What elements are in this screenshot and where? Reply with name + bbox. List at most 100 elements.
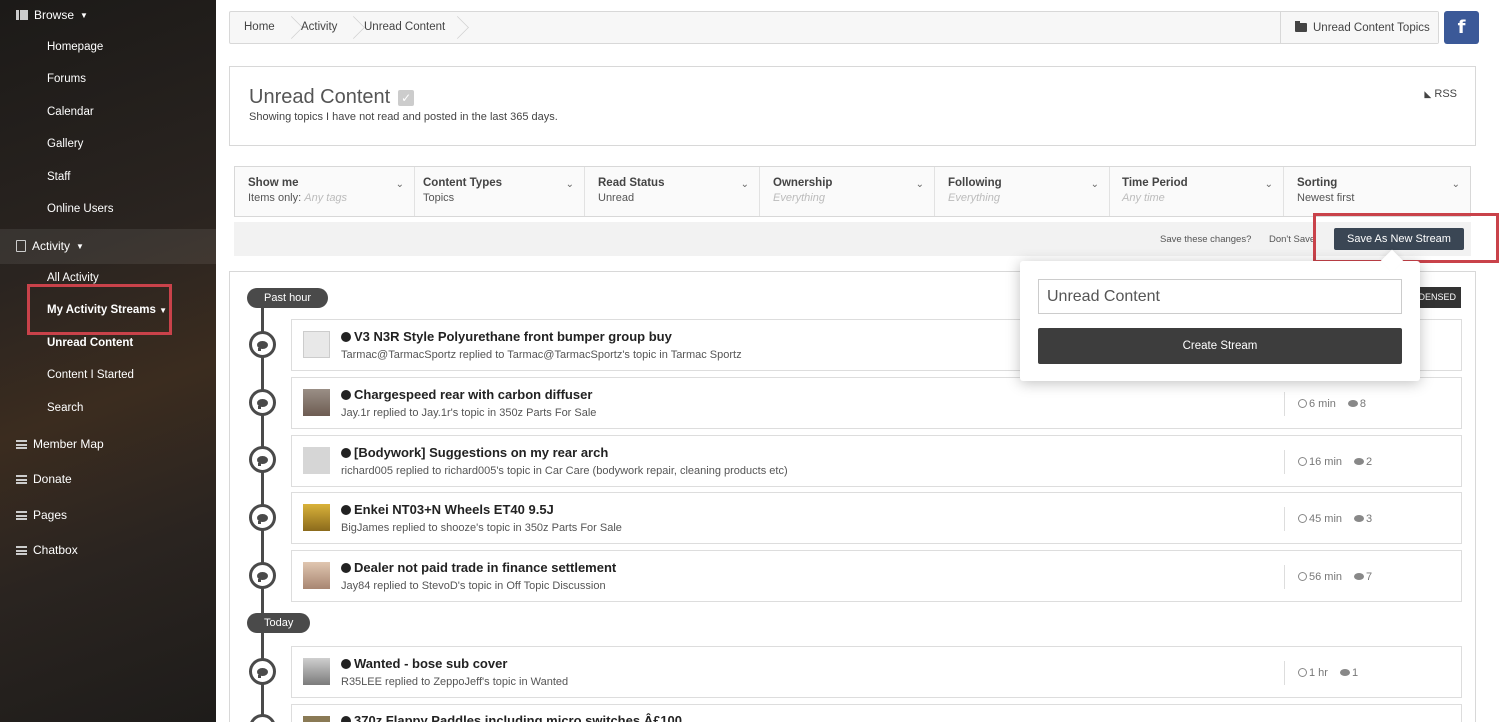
sidebar-item-staff[interactable]: Staff (47, 171, 70, 183)
filter-prefix: Items only: (248, 192, 302, 204)
chevron-down-icon: ⌄ (565, 179, 574, 190)
sidebar-item-online-users[interactable]: Online Users (47, 203, 113, 215)
sidebar-member-map[interactable]: Member Map (16, 437, 104, 451)
rss-link[interactable]: ◣ RSS (1424, 88, 1457, 100)
sidebar-item-homepage[interactable]: Homepage (47, 41, 103, 53)
breadcrumb: Home Activity Unread Content Unread Cont… (229, 11, 1439, 44)
filter-content-types[interactable]: Content Types Topics ⌄ (410, 167, 585, 216)
breadcrumb-activity[interactable]: Activity (301, 12, 337, 43)
topic-title[interactable]: Enkei NT03+N Wheels ET40 9.5J (341, 502, 554, 517)
filter-following[interactable]: Following Everything ⌄ (935, 167, 1110, 216)
breadcrumb-unread-content[interactable]: Unread Content (364, 12, 445, 43)
clock-icon (1298, 457, 1307, 466)
chevron-down-icon: ⌄ (1090, 179, 1099, 190)
topic-thumbnail (303, 562, 330, 589)
unread-dot-icon (341, 332, 351, 342)
topic-title[interactable]: Wanted - bose sub cover (341, 656, 507, 671)
page-header: Unread Content ✓ Showing topics I have n… (229, 66, 1476, 146)
timeline-node (249, 331, 276, 358)
filter-title: Show me (248, 177, 299, 189)
sidebar-chatbox[interactable]: Chatbox (16, 543, 78, 557)
create-stream-popup: Create Stream (1020, 261, 1420, 381)
list-item[interactable]: Wanted - bose sub cover R35LEE replied t… (291, 646, 1462, 698)
topic-title[interactable]: V3 N3R Style Polyurethane front bumper g… (341, 329, 672, 344)
filter-show-me[interactable]: Show me Items only: Any tags ⌄ (235, 167, 415, 216)
comment-icon (1347, 400, 1358, 407)
browse-label: Browse (34, 8, 75, 22)
list-item[interactable]: Chargespeed rear with carbon diffuser Ja… (291, 377, 1462, 429)
topic-replies-text: 1 (1351, 667, 1359, 679)
topic-stats: 56 min 7 (1284, 565, 1372, 589)
stream-name-input[interactable] (1038, 279, 1402, 314)
comment-icon (257, 667, 268, 678)
filter-value: Everything (948, 192, 1109, 204)
list-item[interactable]: [Bodywork] Suggestions on my rear arch r… (291, 435, 1462, 487)
filter-value: Unread (598, 192, 635, 204)
filter-muted-value: Any time (1122, 192, 1165, 204)
filter-title: Time Period (1122, 177, 1188, 189)
topic-meta: Jay.1r replied to Jay.1r's topic in 350z… (341, 407, 597, 419)
topic-title-text: Chargespeed rear with carbon diffuser (354, 387, 593, 402)
rss-label: RSS (1434, 88, 1457, 100)
facebook-button[interactable]: f (1444, 11, 1479, 44)
filter-value: Items only: Any tags (248, 192, 414, 204)
filter-time-period[interactable]: Time Period Any time ⌄ (1109, 167, 1284, 216)
sidebar-donate[interactable]: Donate (16, 472, 72, 486)
filter-ownership[interactable]: Ownership Everything ⌄ (760, 167, 935, 216)
sidebar-item-forums[interactable]: Forums (47, 73, 86, 85)
topic-meta: BigJames replied to shooze's topic in 35… (341, 522, 622, 534)
save-bar: Save these changes? Don't Save (234, 222, 1471, 256)
topic-thumbnail (303, 716, 330, 722)
breadcrumb-home[interactable]: Home (244, 12, 275, 43)
comment-icon (1339, 669, 1350, 676)
grid-icon (16, 10, 28, 20)
topic-time-text: 6 min (1309, 398, 1336, 410)
sidebar-item-gallery[interactable]: Gallery (47, 138, 83, 150)
topic-time: 6 min (1298, 398, 1336, 410)
topic-title[interactable]: Dealer not paid trade in finance settlem… (341, 560, 616, 575)
filter-title: Following (948, 177, 1002, 189)
timeline-node (249, 658, 276, 685)
chevron-down-icon: ⌄ (915, 179, 924, 190)
sidebar-pages[interactable]: Pages (16, 508, 67, 522)
create-stream-button[interactable]: Create Stream (1038, 328, 1402, 364)
unread-dot-icon (341, 505, 351, 515)
sidebar-item-calendar[interactable]: Calendar (47, 106, 94, 118)
topic-title[interactable]: 370z Flappy Paddles including micro swit… (341, 713, 682, 722)
sidebar-item-search[interactable]: Search (47, 402, 83, 414)
chevron-down-icon: ⌄ (1451, 179, 1460, 190)
time-group-today: Today (247, 613, 311, 633)
pages-label: Pages (33, 508, 68, 522)
topic-time: 45 min (1298, 513, 1342, 525)
clock-icon (1298, 399, 1307, 408)
topic-time-text: 1 hr (1309, 667, 1328, 679)
sidebar-activity[interactable]: Activity ▼ (16, 239, 84, 253)
topic-stats: 1 hr 1 (1284, 661, 1358, 685)
filter-value: Any time (1122, 192, 1283, 204)
sidebar-item-all-activity[interactable]: All Activity (47, 272, 99, 284)
topic-thumbnail (303, 658, 330, 685)
unread-content-topics-button[interactable]: Unread Content Topics (1280, 12, 1438, 43)
rss-icon: ◣ (1424, 89, 1432, 99)
sidebar-browse[interactable]: Browse ▼ (16, 8, 88, 22)
caret-down-icon: ▼ (80, 10, 88, 20)
sidebar-item-unread-content[interactable]: Unread Content (47, 337, 133, 349)
sidebar-item-content-i-started[interactable]: Content I Started (47, 369, 134, 381)
topic-meta: Tarmac@TarmacSportz replied to Tarmac@Ta… (341, 349, 742, 361)
check-icon[interactable]: ✓ (398, 89, 415, 106)
save-changes-question: Save these changes? (1160, 234, 1252, 245)
caret-down-icon: ▼ (76, 241, 84, 251)
topic-title[interactable]: [Bodywork] Suggestions on my rear arch (341, 445, 608, 460)
topic-title[interactable]: Chargespeed rear with carbon diffuser (341, 387, 592, 402)
list-item[interactable]: Dealer not paid trade in finance settlem… (291, 550, 1462, 602)
dont-save-link[interactable]: Don't Save (1269, 234, 1315, 245)
comment-icon (257, 398, 268, 409)
filter-title: Read Status (598, 177, 665, 189)
list-item[interactable]: Enkei NT03+N Wheels ET40 9.5J BigJames r… (291, 492, 1462, 544)
filter-read-status[interactable]: Read Status Unread ⌄ (585, 167, 760, 216)
topic-thumbnail (303, 447, 330, 474)
topic-title-text: [Bodywork] Suggestions on my rear arch (354, 445, 609, 460)
filter-value: Everything (773, 192, 934, 204)
list-item[interactable]: 370z Flappy Paddles including micro swit… (291, 704, 1462, 722)
filter-sorting[interactable]: Sorting Newest first ⌄ (1284, 167, 1470, 216)
